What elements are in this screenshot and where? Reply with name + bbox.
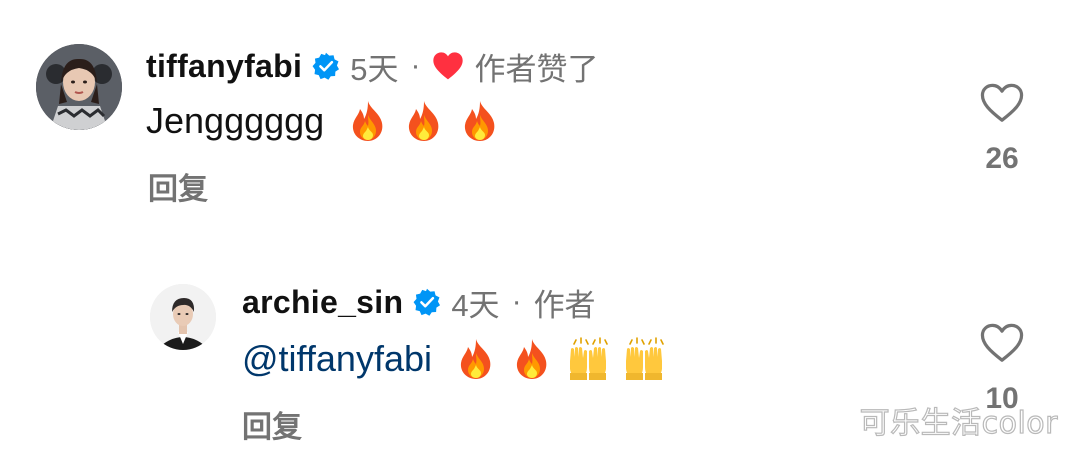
timestamp: 5天 [350,51,399,87]
heart-outline-icon[interactable] [979,322,1025,364]
avatar-image [36,44,122,130]
author-status: 作者赞了 [474,51,599,87]
author-liked-heart-icon [432,51,464,81]
like-control: 26 [972,82,1032,176]
comment-header: tiffanyfabi 5天 · 作者赞了 [146,46,599,87]
heart-outline-icon[interactable] [979,82,1025,124]
like-count: 26 [985,142,1019,175]
timestamp: 4天 [451,287,500,323]
comment-text-content: Jengggggg [146,100,325,141]
username[interactable]: archie_sin [242,284,403,321]
separator-dot: · [410,49,421,82]
comment-text: Jengggggg [146,96,502,146]
fire-emoji-icon [454,337,498,381]
raising-hands-emoji-icon [622,337,666,381]
separator-dot: · [511,285,522,318]
verified-badge-icon [312,52,340,80]
mention-link[interactable]: @tiffanyfabi [242,338,432,380]
fire-emoji-icon [510,337,554,381]
comment-text: @tiffanyfabi [242,334,666,384]
comment-header: archie_sin 4天 · 作者 [242,282,596,323]
avatar-image [150,284,216,350]
username[interactable]: tiffanyfabi [146,48,302,85]
fire-emoji-icon [458,99,502,143]
avatar-archie-sin[interactable] [150,284,216,350]
raising-hands-emoji-icon [566,337,610,381]
reply-button[interactable]: 回复 [148,164,208,208]
reply-button[interactable]: 回复 [242,402,302,446]
verified-badge-icon [413,288,441,316]
watermark: 可乐生活color [859,405,1058,441]
fire-emoji-icon [346,99,390,143]
author-status: 作者 [533,287,596,323]
avatar-tiffanyfabi[interactable] [36,44,122,130]
fire-emoji-icon [402,99,446,143]
